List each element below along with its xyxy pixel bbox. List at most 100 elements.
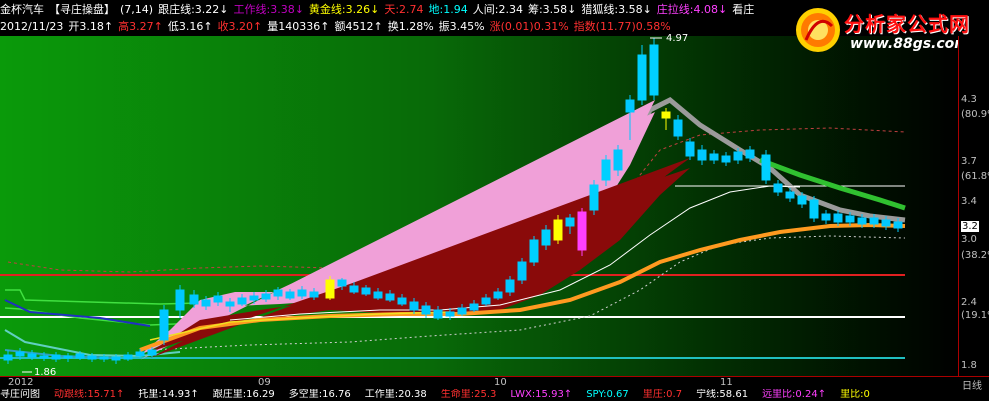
- candle-body: [517, 261, 527, 281]
- candle-body: [63, 355, 73, 359]
- candle-body: [553, 219, 563, 241]
- candle-body: [349, 285, 359, 293]
- candle-body: [733, 151, 743, 161]
- candle-body: [673, 119, 683, 137]
- candle-body: [613, 149, 623, 171]
- candle-body: [481, 297, 491, 305]
- price-axis: 4.3 (80.9%) 3.7 (61.8%) 3.4 3.2 3.0 (38.2%) 2.4 (…: [958, 36, 989, 376]
- candle-body: [589, 184, 599, 211]
- candle-body: [797, 195, 807, 205]
- candle-body: [39, 355, 49, 359]
- price-tick-label: (61.8%): [961, 171, 989, 182]
- candle-body: [225, 301, 235, 307]
- candle-body: [147, 349, 157, 356]
- candle-body: [175, 289, 185, 311]
- current-price-tag: 3.2: [961, 221, 979, 232]
- quote-value: 换1.28%: [387, 20, 434, 33]
- price-tick-label: 3.7: [961, 156, 977, 167]
- candle-body: [273, 289, 283, 297]
- quote-value: 指数(11.77)0.58%: [573, 20, 671, 33]
- logo-title: 分析家公式网: [844, 12, 970, 36]
- candle-body: [75, 353, 85, 359]
- candle-body: [27, 353, 37, 358]
- quote-value: 收3.20↑: [217, 20, 263, 33]
- indicator-value: 庄拉线:4.08↓: [656, 3, 728, 16]
- candle-body: [649, 44, 659, 96]
- footer-indicator-value: 跟庄里:16.29: [212, 389, 275, 400]
- candle-body: [397, 297, 407, 305]
- candle-body: [433, 309, 443, 319]
- indicator-value: 猎狐线:3.58↓: [581, 3, 652, 16]
- candle-body: [385, 293, 395, 301]
- footer-indicator-value: 寻庄问图: [0, 389, 40, 400]
- footer-indicator-value: 工作里:20.38: [364, 389, 427, 400]
- footer-indicator-value: 宁线:58.61: [696, 389, 749, 400]
- candle-body: [309, 291, 319, 298]
- candle-body: [529, 239, 539, 263]
- indicator-value: 金杯汽车: [0, 3, 44, 16]
- candle-body: [409, 301, 419, 311]
- candle-body: [469, 303, 479, 311]
- indicator-value: 跟庄线:3.22↓: [158, 3, 229, 16]
- quote-value: 低3.16↑: [167, 20, 213, 33]
- candle-body: [201, 299, 211, 307]
- indicator-value: 黄金线:3.26↓: [308, 3, 380, 16]
- price-tick-label: (19.1%): [961, 310, 989, 321]
- candle-body: [325, 279, 335, 299]
- footer-indicator-value: LWX:15.93↑: [510, 389, 573, 400]
- candle-body: [493, 291, 503, 299]
- candle-body: [213, 295, 223, 303]
- candle-body: [3, 354, 13, 361]
- candle-body: [869, 217, 879, 225]
- indicator-header-row: 金杯汽车 【寻庄操盘】 (7,14) 跟庄线:3.22↓ 工作线:3.38↓ 黄金线:3.…: [0, 1, 790, 18]
- candle-body: [785, 191, 795, 199]
- candle-body: [189, 294, 199, 305]
- logo-emblem-icon: [796, 8, 840, 52]
- candle-body: [297, 289, 307, 297]
- indicator-value: 看庄: [732, 3, 755, 16]
- price-tick-label: 3.4: [961, 196, 977, 207]
- candle-body: [123, 354, 133, 360]
- price-tick-label: (38.2%): [961, 250, 989, 261]
- price-tick-label: 2.4: [961, 297, 977, 308]
- candle-body: [857, 217, 867, 225]
- quote-value: 振3.45%: [438, 20, 485, 33]
- quote-value: 额4512↑: [334, 20, 383, 33]
- indicator-value: 工作线:3.38↓: [233, 3, 304, 16]
- date-tick-label: 10: [494, 377, 507, 388]
- indicator-value: 地:1.94: [428, 3, 468, 16]
- price-tick-label: 1.8: [961, 360, 977, 371]
- footer-indicator-value: SPY:0.67: [586, 389, 629, 400]
- quote-value: 涨(0.01)0.31%: [489, 20, 569, 33]
- footer-indicator-value: 动跟线:15.71↑: [54, 389, 125, 400]
- candle-body: [249, 295, 259, 301]
- quote-value: 2012/11/23: [0, 20, 64, 33]
- candle-body: [881, 219, 891, 227]
- candle-body: [15, 351, 25, 357]
- footer-indicator-value: 托里:14.93↑: [138, 389, 199, 400]
- indicator-value: 【寻庄操盘】: [49, 3, 115, 16]
- quote-header-row: 2012/11/23 开3.18↑ 高3.27↑ 低3.16↑ 收3.20↑ 量14033…: [0, 18, 790, 35]
- date-tick-label: 11: [720, 377, 733, 388]
- candle-body: [709, 153, 719, 161]
- date-tick-label: 2012: [8, 377, 34, 388]
- candle-body: [637, 54, 647, 101]
- candle-body: [821, 213, 831, 221]
- candle-body: [565, 217, 575, 227]
- indicator-footer: 寻庄问图 动跟线:15.71↑ 托里:14.93↑ 跟庄里:16.29 多空里:16.7…: [0, 389, 989, 401]
- price-tick-label: 3.0: [961, 234, 977, 245]
- candle-body: [773, 183, 783, 193]
- candle-body: [697, 149, 707, 161]
- logo-url: www.88gs.com: [850, 36, 969, 52]
- footer-indicator-value: 多空里:16.76: [288, 389, 351, 400]
- indicator-value: 天:2.74: [384, 3, 424, 16]
- candle-body: [111, 356, 121, 361]
- candle-body: [135, 351, 145, 357]
- candle-body: [601, 159, 611, 181]
- candle-body: [833, 213, 843, 223]
- candle-body: [237, 297, 247, 305]
- candle-body: [51, 354, 61, 360]
- footer-indicator-value: 里比:0: [840, 389, 870, 400]
- candle-body: [893, 221, 903, 229]
- candle-body: [809, 199, 819, 219]
